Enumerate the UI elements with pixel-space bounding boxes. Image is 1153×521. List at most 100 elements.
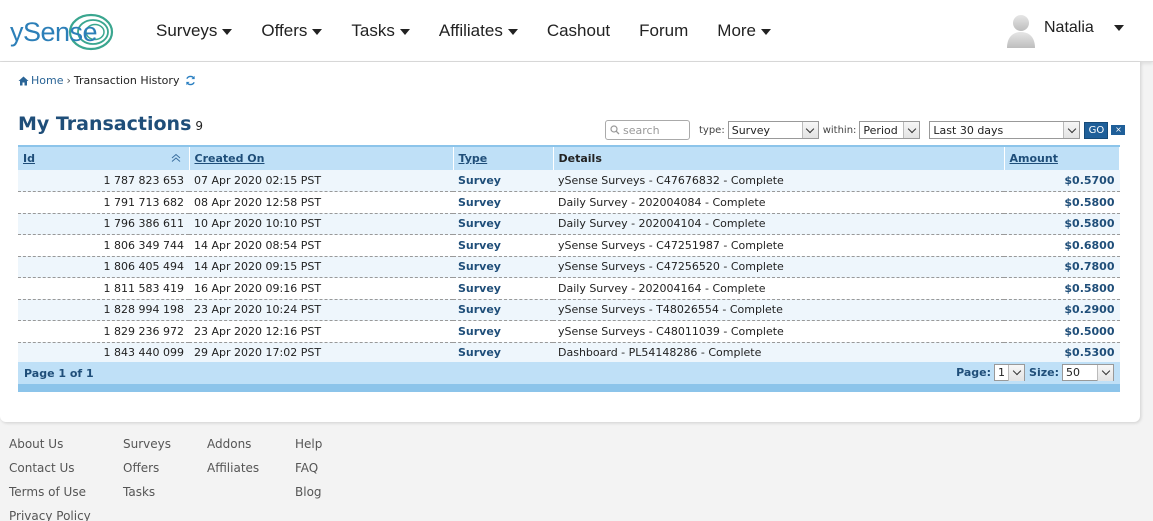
caret-down-icon (399, 29, 410, 35)
cell-type: Survey (453, 256, 553, 278)
type-select[interactable]: Survey (727, 121, 819, 139)
sort-by-amount-link[interactable]: Amount (1010, 152, 1058, 165)
page-title-text: My Transactions (18, 113, 192, 135)
cell-details: Dashboard - PL54148286 - Complete (553, 342, 1004, 364)
date-range-value: Last 30 days (933, 123, 1004, 137)
nav-forum-label: Forum (639, 21, 689, 40)
nav-affiliates[interactable]: Affiliates (439, 21, 518, 41)
date-range-select[interactable]: Last 30 days (929, 121, 1081, 139)
cell-id: 1 806 349 744 (18, 234, 189, 257)
footer-link-tasks[interactable]: Tasks (123, 485, 171, 509)
cell-type: Survey (453, 170, 553, 192)
cell-details: Daily Survey - 202004104 - Complete (553, 213, 1004, 235)
home-icon (18, 76, 29, 85)
cell-created: 10 Apr 2020 10:10 PST (189, 213, 453, 235)
within-select[interactable]: Period (859, 121, 921, 139)
cell-details: Daily Survey - 202004164 - Complete (553, 277, 1004, 300)
cell-id: 1 828 994 198 (18, 299, 189, 321)
page-select-value: 1 (998, 366, 1006, 379)
page-label: Page: (956, 366, 992, 379)
caret-down-icon (761, 29, 772, 35)
page-size-select[interactable]: 50 (1062, 364, 1114, 381)
table-row: 1 843 440 099 29 Apr 2020 17:02 PST Survey… (18, 342, 1120, 364)
size-label: Size: (1029, 366, 1059, 379)
cell-details: ySense Surveys - C47251987 - Complete (553, 234, 1004, 257)
footer-link-faq[interactable]: FAQ (295, 461, 322, 485)
sort-by-created-link[interactable]: Created On (195, 152, 265, 165)
table-header-row: Id Created On Type Details Amount (18, 145, 1120, 170)
table-row: 1 806 349 744 14 Apr 2020 08:54 PST Survey… (18, 234, 1120, 257)
column-header-type[interactable]: Type (453, 145, 554, 170)
nav-surveys[interactable]: Surveys (156, 21, 233, 41)
main-panel: Home › Transaction History My Transactio… (0, 62, 1140, 422)
breadcrumb-separator: › (66, 74, 71, 87)
cell-id: 1 787 823 653 (18, 170, 189, 192)
column-header-id[interactable]: Id (18, 145, 190, 170)
nav-tasks[interactable]: Tasks (351, 21, 410, 41)
footer-link-contact[interactable]: Contact Us (9, 461, 91, 485)
cell-details: ySense Surveys - C47676832 - Complete (553, 170, 1004, 192)
go-button[interactable]: GO (1084, 121, 1109, 139)
cell-created: 07 Apr 2020 02:15 PST (189, 170, 453, 192)
cell-amount: $0.2900 (1004, 299, 1120, 321)
page-select[interactable]: 1 (994, 364, 1026, 381)
transactions-table: Id Created On Type Details Amount 1 787 … (18, 145, 1120, 364)
nav-more-label: More (717, 21, 757, 40)
pager-bottom-strip (18, 384, 1120, 392)
cell-amount: $0.6800 (1004, 234, 1120, 257)
within-label: within: (822, 124, 857, 136)
details-header-label: Details (558, 152, 602, 165)
pager-controls: Page: 1 Size: 50 (956, 364, 1114, 381)
nav-cashout-label: Cashout (546, 21, 611, 40)
footer-link-privacy[interactable]: Privacy Policy (9, 509, 91, 521)
type-select-value: Survey (731, 123, 770, 137)
cell-type: Survey (453, 277, 553, 300)
sort-by-id-link[interactable]: Id (23, 152, 35, 165)
top-navigation-bar: ySense Surveys Offers Tasks Affiliates C… (0, 0, 1153, 62)
main-nav: Surveys Offers Tasks Affiliates Cashout … (156, 0, 800, 62)
nav-forum[interactable]: Forum (639, 21, 688, 41)
chevron-down-icon (801, 122, 818, 138)
footer-link-offers[interactable]: Offers (123, 461, 171, 485)
caret-down-icon (312, 29, 323, 35)
footer-column-company: About Us Contact Us Terms of Use Privacy… (9, 437, 91, 521)
nav-surveys-label: Surveys (156, 21, 218, 40)
transaction-count: 9 (195, 119, 204, 133)
table-row: 1 787 823 653 07 Apr 2020 02:15 PST Survey… (18, 170, 1120, 192)
ysense-logo[interactable]: ySense (10, 12, 114, 52)
footer-link-surveys[interactable]: Surveys (123, 437, 171, 461)
nav-more[interactable]: More (717, 21, 772, 41)
breadcrumb-home[interactable]: Home (18, 74, 63, 87)
breadcrumb-home-label: Home (31, 74, 64, 87)
search-placeholder: search (623, 123, 660, 137)
column-header-created[interactable]: Created On (189, 145, 454, 170)
table-row: 1 829 236 972 23 Apr 2020 12:16 PST Survey… (18, 320, 1120, 343)
nav-tasks-label: Tasks (351, 21, 395, 40)
footer-column-support: Help FAQ Blog (295, 437, 322, 509)
footer-link-terms[interactable]: Terms of Use (9, 485, 91, 509)
chevron-down-icon (1008, 364, 1025, 381)
search-input[interactable]: search (605, 120, 690, 140)
cell-type: Survey (453, 299, 553, 321)
nav-cashout[interactable]: Cashout (547, 21, 610, 41)
cell-id: 1 843 440 099 (18, 342, 189, 364)
cell-id: 1 806 405 494 (18, 256, 189, 278)
sort-by-type-link[interactable]: Type (459, 152, 488, 165)
footer-link-addons[interactable]: Addons (207, 437, 259, 461)
cell-amount: $0.5800 (1004, 191, 1120, 214)
pagination-bar: Page 1 of 1 Page: 1 Size: 50 (18, 362, 1120, 384)
nav-offers[interactable]: Offers (261, 21, 323, 41)
cell-created: 08 Apr 2020 12:58 PST (189, 191, 453, 214)
user-menu[interactable]: Natalia (1006, 12, 1124, 48)
footer-link-about[interactable]: About Us (9, 437, 91, 461)
clear-filter-button[interactable]: × (1111, 125, 1126, 135)
footer-link-blog[interactable]: Blog (295, 485, 322, 509)
refresh-icon[interactable] (185, 75, 196, 86)
filter-bar: search type: Survey within: Period Last … (605, 120, 1126, 140)
column-header-details: Details (553, 145, 1005, 170)
cell-created: 16 Apr 2020 09:16 PST (189, 277, 453, 300)
footer-link-affiliates[interactable]: Affiliates (207, 461, 259, 485)
footer-link-help[interactable]: Help (295, 437, 322, 461)
column-header-amount[interactable]: Amount (1004, 145, 1120, 170)
cell-amount: $0.5800 (1004, 213, 1120, 235)
